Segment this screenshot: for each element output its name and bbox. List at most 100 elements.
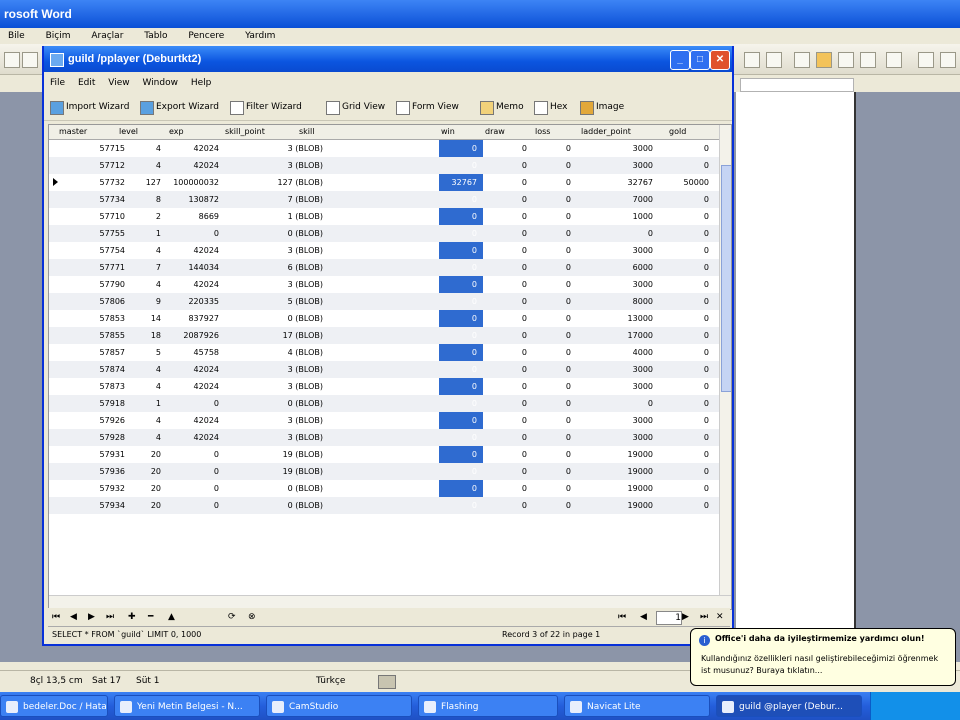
table-row[interactable]: 57934 20 0 0 (BLOB) 0 0 0 19000 0 [49,497,719,514]
table-cell[interactable]: 18 [151,327,161,344]
table-cell[interactable]: 0 [566,480,571,497]
table-cell[interactable]: 32767 [452,174,477,191]
table-cell[interactable]: 0 [472,225,477,242]
align-active-icon[interactable] [816,52,832,68]
table-cell[interactable]: 57710 [100,208,125,225]
table-cell[interactable]: 3 (BLOB) [288,157,323,174]
table-cell[interactable]: 20 [151,446,161,463]
table-cell[interactable]: 0 [704,463,709,480]
table-cell[interactable]: 7000 [633,191,653,208]
taskbar-item[interactable]: CamStudio [266,695,412,717]
table-cell[interactable]: 19000 [628,497,653,514]
table-row[interactable]: 57918 1 0 0 (BLOB) 0 0 0 0 0 [49,395,719,412]
table-cell[interactable]: 57932 [100,480,125,497]
toolbar-icon[interactable] [22,52,38,68]
column-header-exp[interactable]: exp [169,125,184,139]
column-header-win[interactable]: win [441,125,455,139]
table-cell[interactable]: 3 (BLOB) [288,412,323,429]
close-button[interactable]: ✕ [710,50,730,70]
table-cell[interactable]: 1000 [633,208,653,225]
table-cell[interactable]: 0 [566,327,571,344]
table-cell[interactable]: 0 [522,344,527,361]
form-view-button[interactable]: Form View [396,99,459,115]
column-header-loss[interactable]: loss [535,125,550,139]
column-header-skill-point[interactable]: skill_point [225,125,265,139]
delete-record-button[interactable]: ━ [148,608,153,626]
table-cell[interactable]: 0 [522,140,527,157]
taskbar-item[interactable]: Yeni Metin Belgesi - N... [114,695,260,717]
table-cell[interactable]: 0 [648,225,653,242]
table-row[interactable]: 57936 20 0 19 (BLOB) 0 0 0 19000 0 [49,463,719,480]
word-menu-item[interactable]: Biçim [46,31,71,41]
table-cell[interactable]: 0 [704,293,709,310]
table-cell[interactable]: 0 [566,157,571,174]
table-cell[interactable]: 3 (BLOB) [288,276,323,293]
prev-page-button[interactable]: ◀ [640,608,647,626]
table-cell[interactable]: 2087926 [183,327,219,344]
table-row[interactable]: 57931 20 0 19 (BLOB) 0 0 0 19000 0 [49,446,719,463]
table-cell[interactable]: 3000 [633,276,653,293]
table-cell[interactable]: 0 [472,412,477,429]
table-row[interactable]: 57712 4 42024 3 (BLOB) 0 0 0 3000 0 [49,157,719,174]
minimize-button[interactable]: _ [670,50,690,70]
table-cell[interactable]: 4 [156,140,161,157]
table-cell[interactable]: 19 (BLOB) [283,463,323,480]
table-cell[interactable]: 0 [566,242,571,259]
table-cell[interactable]: 0 [522,276,527,293]
column-header-level[interactable]: level [119,125,138,139]
table-cell[interactable]: 0 (BLOB) [288,225,323,242]
stop-button[interactable]: ⊗ [248,608,256,626]
table-cell[interactable]: 0 [566,191,571,208]
table-cell[interactable]: 0 [522,446,527,463]
table-cell[interactable]: 0 [522,208,527,225]
format-icon[interactable] [744,52,760,68]
table-row[interactable]: 57710 2 8669 1 (BLOB) 0 0 0 1000 0 [49,208,719,225]
table-cell[interactable]: 0 [566,378,571,395]
table-cell[interactable]: 0 [522,191,527,208]
table-cell[interactable]: 4 [156,157,161,174]
table-cell[interactable]: 4 [156,242,161,259]
add-record-button[interactable]: ✚ [128,608,136,626]
table-cell[interactable]: 4 [156,378,161,395]
table-cell[interactable]: 57755 [100,225,125,242]
table-cell[interactable]: 6000 [633,259,653,276]
table-cell[interactable]: 0 [472,480,477,497]
table-cell[interactable]: 0 [522,310,527,327]
table-cell[interactable]: 0 [522,412,527,429]
settings-icon[interactable]: ✕ [716,608,724,626]
table-cell[interactable]: 32767 [628,174,653,191]
table-cell[interactable]: 42024 [194,412,219,429]
word-menu-item[interactable]: Tablo [144,31,167,41]
table-cell[interactable]: 0 [566,361,571,378]
word-menu-item[interactable]: Bile [8,31,25,41]
table-cell[interactable]: 0 [522,463,527,480]
table-cell[interactable]: 5 (BLOB) [288,293,323,310]
table-cell[interactable]: 17000 [628,327,653,344]
table-cell[interactable]: 42024 [194,242,219,259]
table-cell[interactable]: 0 [704,157,709,174]
table-cell[interactable]: 1 [156,225,161,242]
table-cell[interactable]: 0 [472,344,477,361]
prev-record-button[interactable]: ◀ [70,608,77,626]
import-wizard-button[interactable]: Import Wizard [50,99,129,115]
office-notification-balloon[interactable]: i Office'i daha da iyileştirmemize yardı… [690,628,956,686]
table-cell[interactable]: 42024 [194,140,219,157]
table-cell[interactable]: 0 [522,174,527,191]
table-cell[interactable]: 57857 [100,344,125,361]
memo-button[interactable]: Memo [480,99,524,115]
table-cell[interactable]: 127 [146,174,161,191]
table-cell[interactable]: 3 (BLOB) [288,378,323,395]
table-cell[interactable]: 0 [214,446,219,463]
table-cell[interactable]: 0 [522,242,527,259]
filter-wizard-button[interactable]: Filter Wizard [230,99,302,115]
table-cell[interactable]: 57918 [100,395,125,412]
table-cell[interactable]: 4 [156,276,161,293]
grid-view-button[interactable]: Grid View [326,99,385,115]
table-cell[interactable]: 0 [566,344,571,361]
undo-icon[interactable] [4,52,20,68]
bullet-icon[interactable] [918,52,934,68]
table-cell[interactable]: 0 [566,208,571,225]
table-cell[interactable]: 0 [704,480,709,497]
table-cell[interactable]: 3000 [633,429,653,446]
table-cell[interactable]: 57732 [100,174,125,191]
